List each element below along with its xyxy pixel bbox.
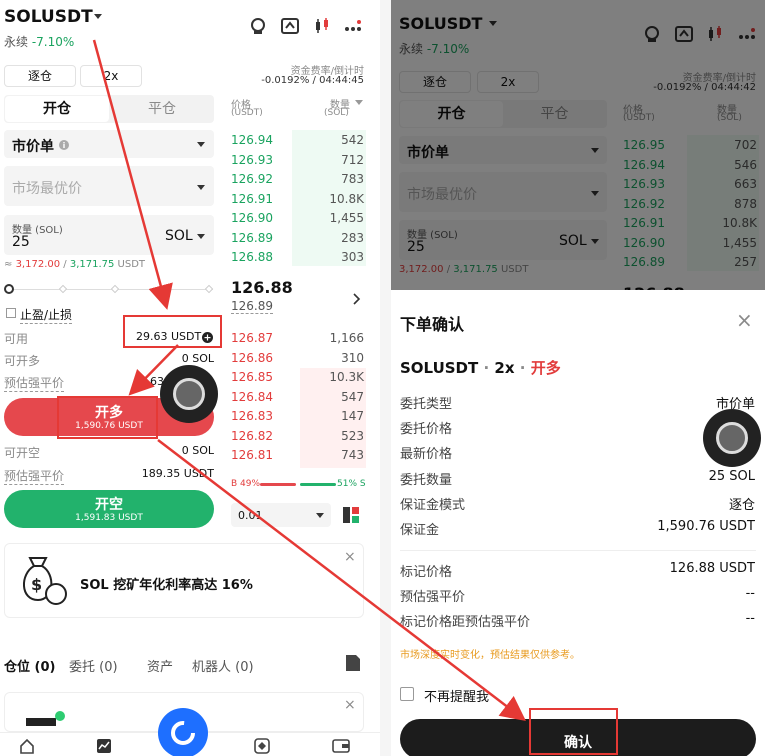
arrow-to-long (128, 344, 179, 396)
arrow-to-available (92, 39, 173, 310)
screenshot-composite: SOLUSDT 永续 -7.10% 逐仓 2x 资金费率/倒计时 -0.0192… (0, 0, 765, 756)
annotation-arrows (92, 39, 526, 722)
arrow-to-confirm (157, 439, 526, 722)
